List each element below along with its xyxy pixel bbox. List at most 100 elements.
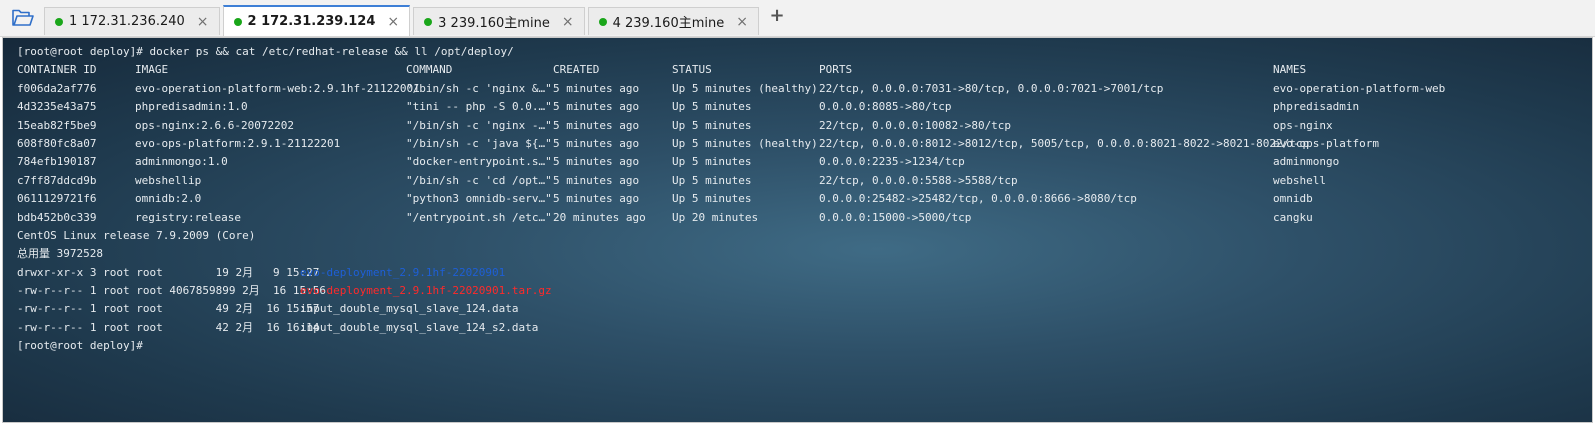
container-status: Up 20 minutes bbox=[672, 210, 759, 224]
container-names: adminmongo bbox=[1273, 155, 1340, 169]
close-icon[interactable]: × bbox=[197, 15, 209, 29]
container-created: 5 minutes ago bbox=[553, 136, 640, 150]
container-id: f006da2af776 bbox=[17, 81, 97, 95]
file-meta: -rw-r--r-- 1 root root 49 2月 16 15:57 bbox=[17, 302, 320, 316]
container-status: Up 5 minutes bbox=[672, 100, 752, 114]
container-created: 5 minutes ago bbox=[553, 118, 640, 132]
file-row: drwxr-xr-x 3 root root 19 2月 9 15:27 evo-… bbox=[17, 264, 514, 282]
container-ports: 22/tcp, 0.0.0.0:8012->8012/tcp, 5005/tcp… bbox=[819, 136, 1310, 150]
container-id: 0611129721f6 bbox=[17, 192, 97, 206]
file-row: -rw-r--r-- 1 root root 49 2月 16 15:57 inp… bbox=[17, 300, 519, 318]
file-name: evo-deployment_2.9.1hf-22020901 bbox=[300, 265, 506, 279]
container-image: webshellip bbox=[135, 173, 202, 187]
container-image: ops-nginx:2.6.6-20072202 bbox=[135, 118, 294, 132]
file-meta: -rw-r--r-- 1 root root 42 2月 16 16:14 bbox=[17, 320, 320, 334]
container-status: Up 5 minutes bbox=[672, 118, 752, 132]
container-created: 20 minutes ago bbox=[553, 210, 646, 224]
container-created: 5 minutes ago bbox=[553, 192, 640, 206]
open-session-button[interactable] bbox=[6, 5, 40, 31]
container-ports: 22/tcp, 0.0.0.0:7031->80/tcp, 0.0.0.0:70… bbox=[819, 81, 1164, 95]
session-tab-4[interactable]: 4 239.160主mine × bbox=[587, 7, 759, 35]
container-command: "/bin/sh -c 'nginx -…" bbox=[406, 118, 552, 132]
release-line: CentOS Linux release 7.9.2009 (Core) bbox=[17, 228, 256, 242]
container-command: "python3 omnidb-serv…" bbox=[406, 192, 552, 206]
container-image: phpredisadmin:1.0 bbox=[135, 100, 248, 114]
container-ports: 0.0.0.0:15000->5000/tcp bbox=[819, 210, 972, 224]
container-row: c7ff87ddcd9b webshellip "/bin/sh -c 'cd /o… bbox=[17, 172, 1326, 190]
file-row: -rw-r--r-- 1 root root 42 2月 16 16:14 inp… bbox=[17, 319, 538, 337]
file-meta: -rw-r--r-- 1 root root 4067859899 2月 16 … bbox=[17, 284, 327, 298]
container-row: 0611129721f6 omnidb:2.0 "python3 omnidb-se… bbox=[17, 190, 1313, 208]
tab-label: 3 239.160主mine bbox=[438, 16, 550, 31]
add-tab-button[interactable]: + bbox=[768, 7, 786, 25]
container-names: phpredisadmin bbox=[1273, 100, 1360, 114]
terminal-pane[interactable]: [root@root deploy]# docker ps && cat /et… bbox=[2, 37, 1593, 423]
container-id: 15eab82f5be9 bbox=[17, 118, 97, 132]
close-icon[interactable]: × bbox=[387, 15, 399, 29]
terminal-output: [root@root deploy]# docker ps && cat /et… bbox=[17, 43, 1445, 356]
container-image: omnidb:2.0 bbox=[135, 192, 202, 206]
container-status: Up 5 minutes bbox=[672, 173, 752, 187]
session-tab-2[interactable]: 2 172.31.239.124 × bbox=[222, 5, 411, 36]
close-icon[interactable]: × bbox=[736, 15, 748, 29]
container-ports: 22/tcp, 0.0.0.0:5588->5588/tcp bbox=[819, 173, 1018, 187]
container-row: f006da2af776 evo-operation-platform-web:2… bbox=[17, 80, 1445, 98]
container-status: Up 5 minutes bbox=[672, 155, 752, 169]
container-names: webshell bbox=[1273, 173, 1326, 187]
container-command: "/entrypoint.sh /etc…" bbox=[406, 210, 552, 224]
file-meta: drwxr-xr-x 3 root root 19 2月 9 15:27 bbox=[17, 265, 320, 279]
close-icon[interactable]: × bbox=[562, 15, 574, 29]
container-names: evo-operation-platform-web bbox=[1273, 81, 1446, 95]
file-listing: drwxr-xr-x 3 root root 19 2月 9 15:27 evo-… bbox=[17, 264, 552, 338]
container-rows: f006da2af776 evo-operation-platform-web:2… bbox=[17, 80, 1445, 227]
status-dot-icon bbox=[55, 17, 63, 26]
container-ports: 0.0.0.0:25482->25482/tcp, 0.0.0.0:8666->… bbox=[819, 192, 1137, 206]
container-created: 5 minutes ago bbox=[553, 173, 640, 187]
header-ports: PORTS bbox=[819, 63, 853, 77]
container-created: 5 minutes ago bbox=[553, 155, 640, 169]
container-row: bdb452b0c339 registry:release "/entrypoint… bbox=[17, 209, 1313, 227]
container-command: "docker-entrypoint.s…" bbox=[406, 155, 552, 169]
container-row: 4d3235e43a75 phpredisadmin:1.0 "tini -- ph… bbox=[17, 98, 1359, 116]
container-row: 15eab82f5be9 ops-nginx:2.6.6-20072202 "/bi… bbox=[17, 117, 1333, 135]
container-command: "/bin/sh -c 'nginx &…" bbox=[406, 81, 552, 95]
tab-label: 2 172.31.239.124 bbox=[247, 14, 376, 29]
container-ports: 22/tcp, 0.0.0.0:10082->80/tcp bbox=[819, 118, 1012, 132]
container-status: Up 5 minutes (healthy) bbox=[672, 136, 818, 150]
container-created: 5 minutes ago bbox=[553, 81, 640, 95]
container-image: adminmongo:1.0 bbox=[135, 155, 228, 169]
container-names: cangku bbox=[1273, 210, 1313, 224]
container-names: evo-ops-platform bbox=[1273, 136, 1379, 150]
container-id: 608f80fc8a07 bbox=[17, 136, 97, 150]
container-command: "/bin/sh -c 'java ${…" bbox=[406, 136, 552, 150]
status-dot-icon bbox=[233, 17, 242, 26]
header-container-id: CONTAINER ID bbox=[17, 63, 97, 77]
container-command: "/bin/sh -c 'cd /opt…" bbox=[406, 173, 552, 187]
container-ports: 0.0.0.0:2235->1234/tcp bbox=[819, 155, 965, 169]
status-dot-icon bbox=[598, 17, 607, 26]
file-name: input_double_mysql_slave_124_s2.data bbox=[300, 320, 539, 334]
header-status: STATUS bbox=[672, 63, 712, 77]
session-tabs: 1 172.31.236.240 × 2 172.31.239.124 × 3 239.… bbox=[44, 5, 762, 36]
container-names: omnidb bbox=[1273, 192, 1313, 206]
total-line: 总用量 3972528 bbox=[17, 247, 103, 261]
header-names: NAMES bbox=[1273, 63, 1307, 77]
docker-ps-header: CONTAINER ID IMAGE COMMAND CREATED STATU… bbox=[17, 61, 1306, 79]
tab-bar: 1 172.31.236.240 × 2 172.31.239.124 × 3 239.… bbox=[0, 0, 1595, 37]
file-name: input_double_mysql_slave_124.data bbox=[300, 302, 519, 316]
header-image: IMAGE bbox=[135, 63, 169, 77]
container-created: 5 minutes ago bbox=[553, 100, 640, 114]
container-status: Up 5 minutes (healthy) bbox=[672, 81, 818, 95]
container-id: 4d3235e43a75 bbox=[17, 100, 97, 114]
container-row: 784efb190187 adminmongo:1.0 "docker-entryp… bbox=[17, 153, 1339, 171]
command-line: [root@root deploy]# docker ps && cat /et… bbox=[17, 45, 514, 58]
container-names: ops-nginx bbox=[1273, 118, 1333, 132]
container-image: evo-operation-platform-web:2.9.1hf-21122… bbox=[135, 81, 420, 95]
prompt-line: [root@root deploy]# bbox=[17, 339, 143, 353]
session-tab-1[interactable]: 1 172.31.236.240 × bbox=[44, 7, 220, 35]
tab-label: 4 239.160主mine bbox=[612, 16, 725, 31]
session-tab-3[interactable]: 3 239.160主mine × bbox=[413, 7, 585, 35]
status-dot-icon bbox=[424, 17, 433, 26]
container-id: bdb452b0c339 bbox=[17, 210, 97, 224]
container-command: "tini -- php -S 0.0.…" bbox=[406, 100, 552, 114]
